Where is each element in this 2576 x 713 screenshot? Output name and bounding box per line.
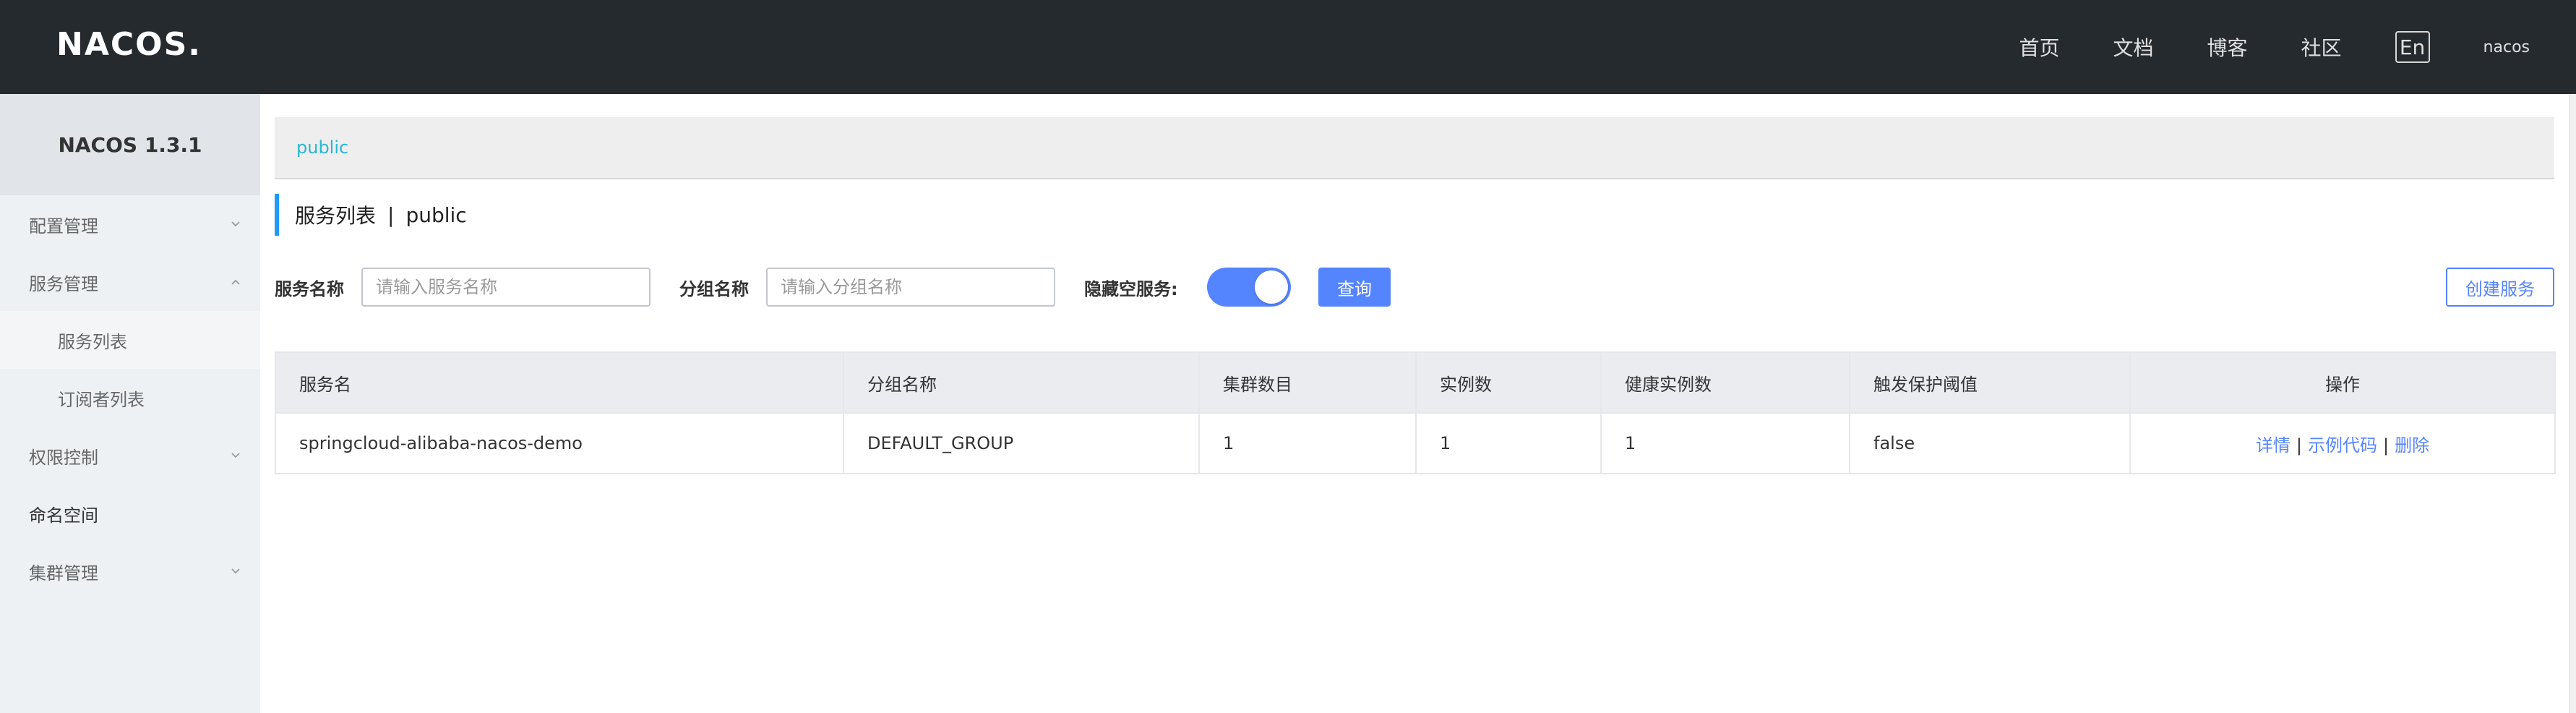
chevron-down-icon xyxy=(231,568,240,574)
user-name[interactable]: nacos xyxy=(2483,38,2530,56)
top-nav: 首页 文档 博客 社区 En nacos xyxy=(1965,0,2530,94)
sample-code-link[interactable]: 示例代码 xyxy=(2308,435,2377,456)
top-header: NACOS. 首页 文档 博客 社区 En nacos xyxy=(0,0,2576,94)
column-header-actions: 操作 xyxy=(2129,351,2556,414)
hide-empty-services-label: 隐藏空服务: xyxy=(1084,278,1178,299)
cell-service-name: springcloud-alibaba-nacos-demo xyxy=(275,412,844,474)
table-row: springcloud-alibaba-nacos-demo DEFAULT_G… xyxy=(275,412,2556,474)
delete-link[interactable]: 删除 xyxy=(2395,435,2429,456)
detail-link[interactable]: 详情 xyxy=(2256,435,2291,456)
group-name-input[interactable] xyxy=(766,268,1055,307)
namespace-public-link[interactable]: public xyxy=(296,137,348,158)
page-title: 服务列表 | public xyxy=(275,194,467,236)
sidebar-item-label: 订阅者列表 xyxy=(58,389,145,410)
column-header-healthy-count: 健康实例数 xyxy=(1600,351,1850,414)
cell-protect-threshold: false xyxy=(1849,412,2131,474)
service-name-label: 服务名称 xyxy=(275,278,344,299)
nacos-logo[interactable]: NACOS. xyxy=(56,25,202,63)
sidebar-item-label: 服务列表 xyxy=(58,331,127,352)
page-title-namespace: public xyxy=(405,202,467,227)
column-header-group-name: 分组名称 xyxy=(843,351,1200,414)
page-title-text: 服务列表 xyxy=(295,204,377,228)
sidebar-item-label: 配置管理 xyxy=(29,215,98,236)
nav-docs-link[interactable]: 文档 xyxy=(2113,33,2154,61)
page-title-separator: | xyxy=(387,202,395,227)
action-separator: | xyxy=(2383,435,2390,456)
cell-actions: 详情 | 示例代码 | 删除 xyxy=(2129,412,2556,474)
nav-home-link[interactable]: 首页 xyxy=(2019,33,2059,61)
chevron-down-icon xyxy=(231,221,240,227)
cell-healthy-count: 1 xyxy=(1600,412,1850,474)
logo-text: NACOS. xyxy=(56,25,202,63)
sidebar-item-cluster-management[interactable]: 集群管理 xyxy=(0,542,260,600)
column-header-service-name: 服务名 xyxy=(275,351,844,414)
hide-empty-services-toggle[interactable] xyxy=(1207,268,1291,307)
table-header-row: 服务名 分组名称 集群数目 实例数 健康实例数 触发保护阈值 操作 xyxy=(275,351,2556,414)
sidebar-item-label: 权限控制 xyxy=(29,447,98,468)
action-separator: | xyxy=(2296,435,2302,456)
sidebar-item-service-management[interactable]: 服务管理 xyxy=(0,253,260,311)
toggle-knob xyxy=(1255,270,1288,304)
query-button[interactable]: 查询 xyxy=(1318,268,1391,307)
cell-group-name: DEFAULT_GROUP xyxy=(843,412,1200,474)
sidebar-item-service-list[interactable]: 服务列表 xyxy=(0,311,260,369)
sidebar-item-label: 集群管理 xyxy=(29,563,98,584)
service-name-input[interactable] xyxy=(361,268,651,307)
column-header-instance-count: 实例数 xyxy=(1415,351,1602,414)
column-header-protect-threshold: 触发保护阈值 xyxy=(1849,351,2131,414)
service-table: 服务名 分组名称 集群数目 实例数 健康实例数 触发保护阈值 操作 spring… xyxy=(275,351,2556,474)
sidebar-item-label: 服务管理 xyxy=(29,273,98,294)
sidebar-item-config-management[interactable]: 配置管理 xyxy=(0,195,260,253)
sidebar-item-access-control[interactable]: 权限控制 xyxy=(0,427,260,484)
sidebar-item-namespace[interactable]: 命名空间 xyxy=(0,484,260,542)
chevron-up-icon xyxy=(231,279,240,285)
group-name-label: 分组名称 xyxy=(679,278,749,299)
vertical-scrollbar[interactable] xyxy=(2569,94,2576,713)
nav-community-link[interactable]: 社区 xyxy=(2301,33,2342,61)
namespace-bar: public xyxy=(275,117,2554,179)
sidebar-item-label: 命名空间 xyxy=(29,505,98,526)
cell-cluster-count: 1 xyxy=(1198,412,1417,474)
sidebar-item-subscriber-list[interactable]: 订阅者列表 xyxy=(0,369,260,427)
column-header-cluster-count: 集群数目 xyxy=(1198,351,1417,414)
language-toggle-button[interactable]: En xyxy=(2395,31,2430,63)
sidebar-version-title: NACOS 1.3.1 xyxy=(0,94,260,195)
cell-instance-count: 1 xyxy=(1415,412,1602,474)
sidebar: NACOS 1.3.1 配置管理 服务管理 服务列表 订阅者列表 权限控制 命名… xyxy=(0,94,260,713)
filter-bar: 服务名称 分组名称 隐藏空服务: 查询 创建服务 xyxy=(275,266,2554,308)
main-content: public 服务列表 | public 服务名称 分组名称 隐藏空服务: 查询… xyxy=(260,94,2576,713)
nav-blog-link[interactable]: 博客 xyxy=(2207,33,2248,61)
chevron-down-icon xyxy=(231,453,240,458)
create-service-button[interactable]: 创建服务 xyxy=(2446,268,2554,307)
